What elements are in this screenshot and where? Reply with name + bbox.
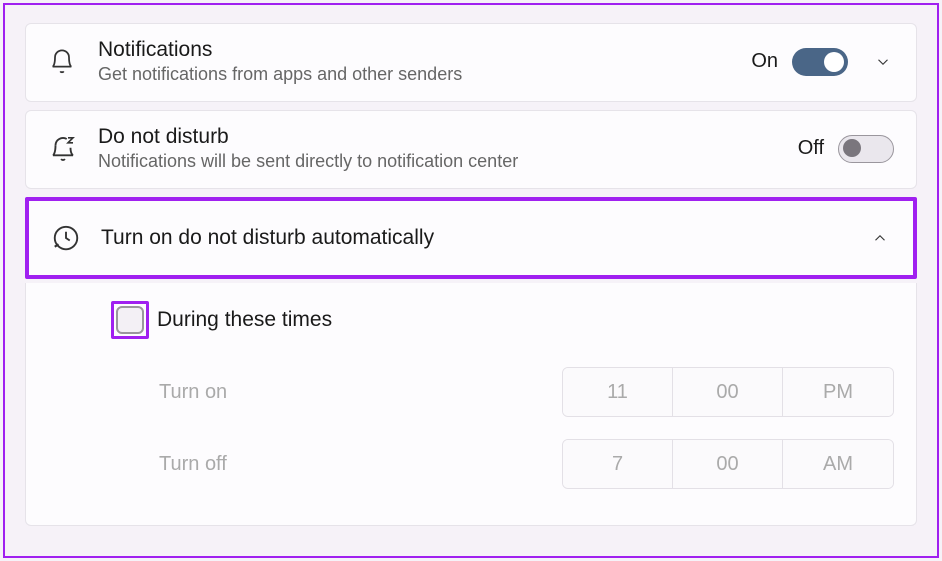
turn-off-ampm[interactable]: AM — [783, 440, 893, 488]
notifications-toggle[interactable] — [792, 48, 848, 76]
dnd-row[interactable]: Do not disturb Notifications will be sen… — [25, 110, 917, 189]
notifications-state-label: On — [751, 50, 778, 73]
turn-off-row: Turn off 7 00 AM — [111, 433, 894, 495]
clock-icon — [51, 223, 101, 253]
dnd-toggle[interactable] — [838, 135, 894, 163]
turn-off-label: Turn off — [159, 453, 562, 476]
turn-on-minute[interactable]: 00 — [673, 368, 783, 416]
dnd-title: Do not disturb — [98, 125, 798, 149]
turn-on-row: Turn on 11 00 PM — [111, 361, 894, 423]
dnd-subtitle: Notifications will be sent directly to n… — [98, 151, 798, 172]
notifications-title: Notifications — [98, 38, 751, 62]
auto-dnd-title: Turn on do not disturb automatically — [101, 226, 859, 250]
turn-on-label: Turn on — [159, 381, 562, 404]
turn-on-ampm[interactable]: PM — [783, 368, 893, 416]
auto-dnd-panel: During these times Turn on 11 00 PM Turn… — [25, 283, 917, 526]
notifications-subtitle: Get notifications from apps and other se… — [98, 64, 751, 85]
turn-on-hour[interactable]: 11 — [563, 368, 673, 416]
bell-snooze-icon — [48, 134, 98, 164]
during-times-checkbox[interactable] — [116, 306, 144, 334]
turn-off-time-picker[interactable]: 7 00 AM — [562, 439, 894, 489]
during-times-label: During these times — [157, 308, 332, 332]
turn-on-time-picker[interactable]: 11 00 PM — [562, 367, 894, 417]
notifications-row[interactable]: Notifications Get notifications from app… — [25, 23, 917, 102]
turn-off-hour[interactable]: 7 — [563, 440, 673, 488]
chevron-up-icon[interactable] — [869, 227, 891, 249]
dnd-state-label: Off — [798, 137, 824, 160]
turn-off-minute[interactable]: 00 — [673, 440, 783, 488]
bell-icon — [48, 48, 98, 76]
auto-dnd-row[interactable]: Turn on do not disturb automatically — [25, 197, 917, 279]
chevron-down-icon[interactable] — [872, 51, 894, 73]
during-times-checkbox-highlight — [111, 301, 149, 339]
